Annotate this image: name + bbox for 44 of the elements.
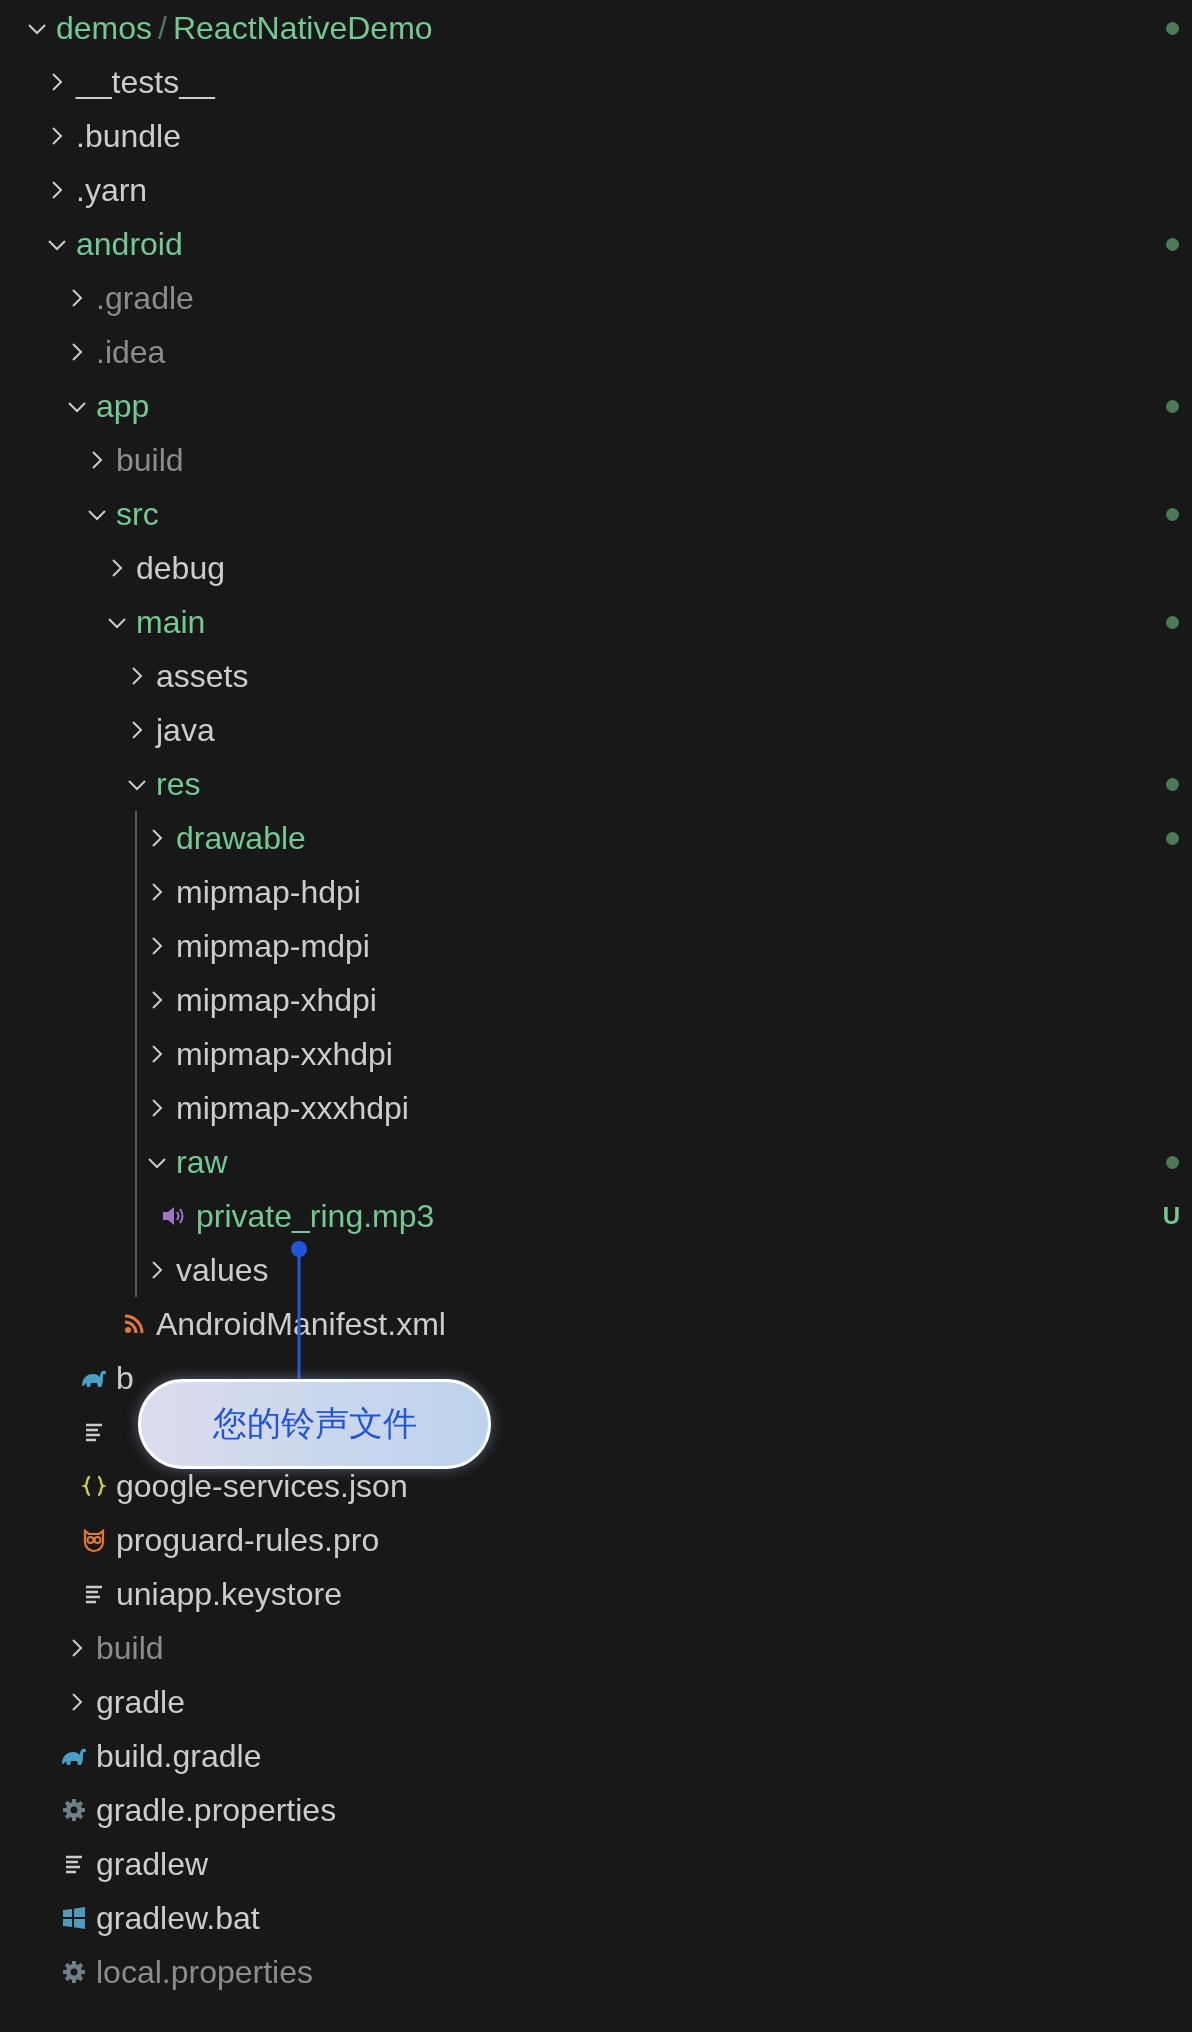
folder-name[interactable]: java [156, 711, 215, 749]
folder-name[interactable]: android [76, 225, 183, 263]
gear-icon [61, 1797, 87, 1823]
folder-name[interactable]: build [116, 441, 184, 479]
folder-name[interactable]: res [156, 765, 201, 803]
file-name[interactable]: proguard-rules.pro [116, 1521, 380, 1559]
braces-icon [81, 1473, 107, 1499]
folder-name[interactable]: src [116, 495, 159, 533]
folder-name[interactable]: mipmap-hdpi [176, 873, 361, 911]
folder-name[interactable]: main [136, 603, 206, 641]
file-name[interactable]: gradlew.bat [96, 1899, 260, 1937]
folder-name[interactable]: mipmap-xxhdpi [176, 1035, 393, 1073]
owl-icon [81, 1527, 107, 1553]
file-name[interactable]: private_ring.mp3 [196, 1197, 435, 1235]
folder-name[interactable]: ReactNativeDemo [172, 9, 433, 47]
folder-name[interactable]: .gradle [96, 279, 194, 317]
folder-name[interactable]: debug [136, 549, 225, 587]
folder-name[interactable]: .yarn [76, 171, 148, 209]
file-name[interactable]: b [116, 1359, 134, 1397]
folder-name[interactable]: gradle [96, 1683, 185, 1721]
folder-name[interactable]: drawable [176, 819, 306, 857]
file-name[interactable]: build.gradle [96, 1737, 262, 1775]
windows-icon [61, 1905, 87, 1931]
git-status-label: U [1162, 1202, 1180, 1230]
file-name[interactable]: gradle.properties [96, 1791, 337, 1829]
file-name[interactable]: google-services.json [116, 1467, 408, 1505]
file-name[interactable]: uniapp.keystore [116, 1575, 342, 1613]
folder-name[interactable]: raw [176, 1143, 228, 1181]
folder-name[interactable]: mipmap-xhdpi [176, 981, 377, 1019]
folder-name[interactable]: .idea [96, 333, 166, 371]
folder-name[interactable]: assets [156, 657, 249, 695]
callout-label: 您的铃声文件 [138, 1379, 491, 1469]
folder-name[interactable]: mipmap-xxxhdpi [176, 1089, 409, 1127]
file-name[interactable]: local.properties [96, 1953, 313, 1991]
folder-name[interactable]: mipmap-mdpi [176, 927, 370, 965]
folder-owner[interactable]: demos [56, 9, 153, 47]
gear-icon [61, 1959, 87, 1985]
file-name[interactable]: gradlew [96, 1845, 209, 1883]
folder-name[interactable]: build [96, 1629, 164, 1667]
folder-name[interactable]: values [176, 1251, 269, 1289]
folder-name[interactable]: .bundle [76, 117, 181, 155]
path-separator: / [158, 9, 167, 47]
folder-name[interactable]: app [96, 387, 150, 425]
folder-name[interactable]: __tests__ [76, 63, 215, 101]
